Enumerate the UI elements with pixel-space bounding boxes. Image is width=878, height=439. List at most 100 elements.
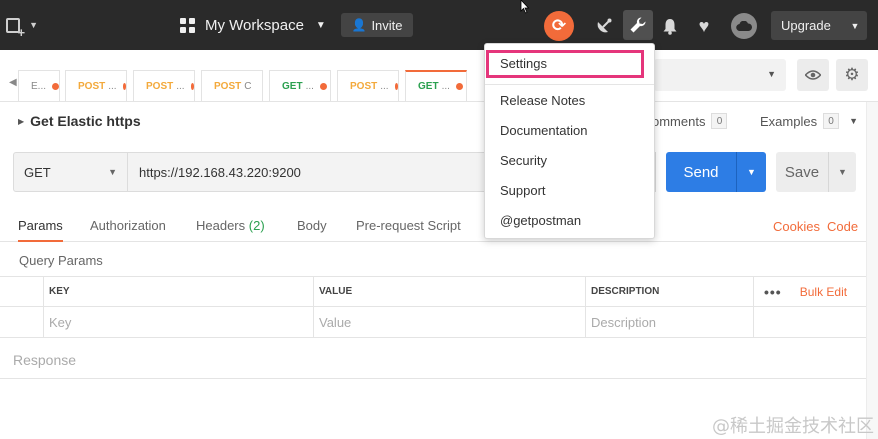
tab-method: POST: [146, 80, 174, 92]
sync-button[interactable]: ⟳: [544, 11, 574, 41]
more-options-icon[interactable]: •••: [764, 284, 782, 300]
chevron-down-icon: ▼: [315, 19, 326, 31]
tab-title: C: [244, 80, 252, 92]
column-header-description: DESCRIPTION: [586, 277, 754, 306]
workspace-selector[interactable]: My Workspace ▼: [180, 13, 326, 37]
unsaved-dot-icon: [122, 82, 126, 90]
save-options-button[interactable]: ▼: [828, 152, 856, 192]
chevron-down-icon: ▼: [108, 167, 117, 177]
request-tab[interactable]: POST ...: [133, 70, 195, 101]
upgrade-label: Upgrade: [781, 18, 831, 33]
invite-label: Invite: [371, 17, 403, 33]
http-method-value: GET: [24, 164, 51, 180]
menu-item-documentation[interactable]: Documentation: [500, 123, 587, 138]
vertical-scrollbar[interactable]: [866, 102, 878, 439]
comments-count: 0: [711, 113, 728, 129]
tab-body[interactable]: Body: [297, 218, 327, 242]
column-header-key: KEY: [44, 277, 314, 306]
table-header-actions: ••• Bulk Edit: [754, 277, 866, 306]
request-subtabs: Params Authorization Headers (2) Body Pr…: [0, 210, 866, 242]
cookies-link[interactable]: Cookies: [773, 219, 820, 234]
headers-count: (2): [248, 218, 265, 233]
examples-label: Examples: [760, 113, 818, 129]
table-row: Key Value Description: [0, 307, 866, 338]
tab-title: ...: [305, 80, 314, 92]
menu-divider: [485, 84, 654, 85]
tab-title: ...: [380, 80, 389, 92]
manage-environments-button[interactable]: ⚙: [836, 59, 868, 91]
examples-count: 0: [823, 113, 840, 129]
add-user-icon: 👤: [351, 18, 367, 32]
comments-label: omments: [652, 113, 706, 129]
environment-select[interactable]: ▼: [654, 59, 786, 91]
wrench-icon: [630, 17, 646, 33]
send-options-button[interactable]: ▼: [736, 152, 766, 192]
tab-title: ...: [176, 80, 185, 92]
settings-highlight-box: [486, 50, 644, 78]
chevron-down-icon: ▼: [29, 20, 38, 30]
unsaved-dot-icon: [455, 83, 463, 90]
unsaved-dot-icon: [319, 82, 327, 90]
http-method-select[interactable]: GET ▼: [13, 152, 128, 192]
heart-icon: ♥: [698, 15, 710, 36]
unsaved-dot-icon: [394, 82, 398, 90]
menu-item-security[interactable]: Security: [500, 153, 547, 168]
request-tab[interactable]: POST ...: [65, 70, 127, 101]
gear-icon: ⚙: [844, 65, 860, 84]
request-tab[interactable]: POST C: [201, 70, 263, 101]
row-actions-cell: [754, 307, 866, 337]
comments-button[interactable]: omments 0: [652, 113, 728, 129]
request-title: Get Elastic https: [30, 113, 141, 129]
request-tab[interactable]: POST ...: [337, 70, 399, 101]
chevron-down-icon: ▼: [767, 69, 776, 79]
request-tab-active[interactable]: GET ...: [405, 70, 467, 101]
param-value-input[interactable]: Value: [314, 307, 586, 337]
param-key-input[interactable]: Key: [44, 307, 314, 337]
satellite-icon: [597, 18, 612, 33]
tab-method: GET: [282, 80, 303, 92]
tab-method: GET: [418, 81, 439, 92]
bulk-edit-link[interactable]: Bulk Edit: [800, 285, 847, 299]
request-tab[interactable]: GET ...: [269, 70, 331, 101]
account-button[interactable]: [731, 13, 757, 39]
code-link[interactable]: Code: [827, 219, 858, 234]
workspace-name: My Workspace: [205, 16, 304, 34]
bell-icon: [663, 18, 677, 35]
tab-title: ...: [441, 81, 450, 92]
scroll-left-icon[interactable]: ◀: [9, 77, 17, 88]
environment-quick-look-button[interactable]: [797, 59, 829, 91]
grid-icon: [180, 17, 195, 33]
settings-wrench-button[interactable]: [623, 10, 653, 40]
tab-params[interactable]: Params: [18, 218, 63, 242]
divider: [0, 378, 866, 379]
send-button[interactable]: Send ▼: [666, 152, 766, 192]
examples-button[interactable]: Examples 0 ▼: [760, 113, 858, 129]
tab-authorization[interactable]: Authorization: [90, 218, 166, 242]
menu-item-support[interactable]: Support: [500, 183, 546, 198]
request-name[interactable]: ▶ Get Elastic https: [18, 113, 141, 129]
request-tab[interactable]: E...: [18, 70, 60, 101]
favorites-button[interactable]: ♥: [693, 12, 715, 40]
param-description-input[interactable]: Description: [586, 307, 754, 337]
save-button[interactable]: Save ▼: [776, 152, 856, 192]
tab-prerequest-script[interactable]: Pre-request Script: [356, 218, 461, 242]
column-header-value: VALUE: [314, 277, 586, 306]
url-value: https://192.168.43.220:9200: [139, 164, 301, 180]
interceptor-button[interactable]: [592, 12, 616, 40]
table-header-checkbox-cell: [0, 277, 44, 306]
menu-item-getpostman[interactable]: @getpostman: [500, 213, 581, 228]
unsaved-dot-icon: [190, 82, 194, 90]
tab-headers-label: Headers: [196, 218, 246, 233]
tab-method: POST: [214, 80, 242, 92]
tab-title: E...: [31, 80, 47, 92]
mouse-cursor-icon: [520, 0, 530, 14]
watermark-text: @稀土掘金技术社区: [712, 416, 874, 437]
menu-item-release-notes[interactable]: Release Notes: [500, 93, 585, 108]
upgrade-button[interactable]: Upgrade ▼: [771, 11, 867, 40]
notifications-button[interactable]: [660, 12, 680, 40]
query-params-table: KEY VALUE DESCRIPTION ••• Bulk Edit Key …: [0, 276, 866, 338]
new-button[interactable]: ▼: [6, 14, 38, 40]
row-checkbox-cell: [0, 307, 44, 337]
tab-headers[interactable]: Headers (2): [196, 218, 265, 242]
invite-button[interactable]: 👤 Invite: [341, 13, 413, 37]
